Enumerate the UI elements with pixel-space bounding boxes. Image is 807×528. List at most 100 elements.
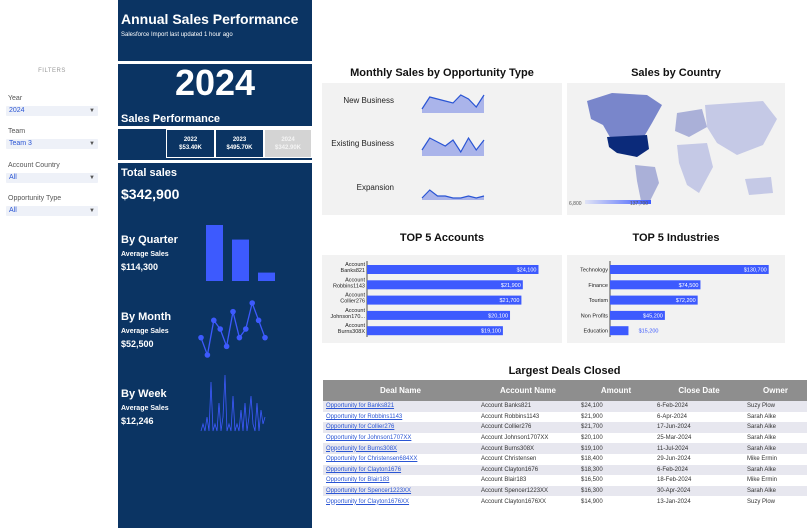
table-row: Opportunity for Spencer1223XX Account Spe… (323, 485, 807, 497)
column-header[interactable]: Amount (578, 380, 654, 401)
chevron-down-icon: ▼ (89, 208, 95, 214)
close-date-cell: 6-Feb-2024 (654, 401, 744, 412)
year-2024-box[interactable]: 2024 $342.90K (264, 129, 312, 158)
largest-deals-table: Deal Name Account Name Amount Close Date… (323, 380, 807, 507)
opp-filter-select[interactable]: All ▼ (6, 206, 98, 216)
deal-name-link[interactable]: Opportunity for Blair183 (323, 475, 478, 486)
column-header[interactable]: Owner (744, 380, 807, 401)
deal-name-link[interactable]: Opportunity for Banks821 (323, 401, 478, 412)
deal-name-link[interactable]: Opportunity for Johnson1707XX (323, 433, 478, 444)
category-label: Finance (588, 283, 608, 289)
year-value: $53.40K (179, 145, 202, 151)
column-header[interactable]: Close Date (654, 380, 744, 401)
quarter-bar-chart (206, 225, 275, 281)
bar-value-label: $74,500 (679, 283, 699, 289)
sparkline-point (236, 334, 243, 341)
deal-name-link[interactable]: Opportunity for Spencer1223XX (323, 485, 478, 497)
page-subtitle: Salesforce Import last updated 1 hour ag… (121, 32, 233, 38)
year-label: 2024 (281, 137, 295, 143)
deal-name-link[interactable]: Opportunity for Burns308X (323, 443, 478, 454)
account-name-cell: Account Collier276 (478, 422, 578, 433)
owner-cell: Suzy Plow (747, 498, 776, 505)
table-row: Opportunity for Banks821 Account Banks821… (323, 401, 807, 412)
bar (367, 280, 523, 290)
quarter-bar (206, 225, 223, 281)
close-date-cell: 18-Feb-2024 (657, 477, 692, 484)
sales-by-country-title: Sales by Country (631, 67, 721, 79)
table-row: Opportunity for Burns308X Account Burns30… (323, 443, 807, 454)
monthly-sales-title: Monthly Sales by Opportunity Type (350, 67, 534, 79)
close-date-cell: 17-Jun-2024 (654, 422, 744, 433)
deal-name-link[interactable]: Opportunity for Clayton1676XX (323, 496, 478, 507)
total-sales-label: Total sales (121, 167, 178, 179)
quarter-avg-label: Average Sales (121, 251, 169, 258)
sales-performance-label: Sales Performance (121, 113, 221, 125)
country-filter-value: All (9, 174, 17, 181)
deal-name-link[interactable]: Opportunity for Clayton1676 (323, 464, 478, 476)
monthly-sales-chart: New Business Existing Business Expansion (331, 94, 485, 200)
month-avg-label: Average Sales (121, 328, 169, 335)
bar-value-label: $21,900 (501, 283, 521, 289)
account-name-cell: Account Clayton1676 (478, 464, 578, 476)
amount-cell: $14,900 (581, 498, 603, 505)
table-row: Opportunity for Robbins1143 Account Robbi… (323, 412, 807, 423)
year-filter-value: 2024 (9, 107, 25, 114)
deal-name-link[interactable]: Opportunity for Christensen684XX (323, 454, 478, 465)
filters-title: FILTERS (38, 68, 66, 74)
account-name-cell: Account Banks821 (478, 401, 578, 412)
bar-value-label: $24,100 (517, 268, 537, 274)
account-name-cell: Account Robbins1143 (481, 413, 540, 420)
bar (367, 265, 539, 274)
opp-filter-label: Opportunity Type (8, 195, 62, 202)
bar-value-label: $45,200 (643, 313, 663, 319)
owner-cell: Sarah Alke (744, 464, 807, 476)
table-row: Opportunity for Johnson1707XX Account Joh… (323, 433, 807, 444)
week-avg-label: Average Sales (121, 405, 169, 412)
bar-value-label: $20,100 (488, 313, 508, 319)
sparkline-point (217, 326, 223, 332)
sparkline (200, 374, 266, 432)
column-header[interactable]: Account Name (478, 380, 578, 401)
australia-shape (745, 177, 773, 195)
country-filter-select[interactable]: All ▼ (6, 173, 98, 183)
deal-name-link[interactable]: Opportunity for Collier276 (323, 422, 478, 433)
column-header[interactable]: Deal Name (323, 380, 478, 401)
bar-value-label: $21,700 (500, 298, 520, 304)
year-2022-box[interactable]: 2022 $53.40K (166, 129, 215, 158)
close-date-cell: 25-Mar-2024 (657, 435, 692, 442)
world-map: 6,800 137,700 (569, 93, 777, 207)
year-label: 2023 (232, 137, 247, 143)
owner-cell: Mike Ermin (747, 456, 778, 463)
year-value: $342.90K (274, 145, 302, 151)
table-row: Opportunity for Clayton1676 Account Clayt… (323, 464, 807, 476)
largest-deals-title: Largest Deals Closed (508, 365, 621, 377)
quarter-bar (258, 272, 275, 281)
deal-name-link[interactable]: Opportunity for Robbins1143 (323, 412, 478, 423)
sparkline-point (255, 317, 262, 324)
account-name-cell: Account Clayton1676XX (481, 498, 547, 505)
week-line-chart (200, 374, 266, 432)
year-filter-select[interactable]: 2024 ▼ (6, 106, 98, 116)
series-label: Expansion (357, 183, 394, 192)
sparkline-point (230, 308, 236, 315)
year-2023-box[interactable]: 2023 $495.70K (215, 129, 264, 158)
team-filter-select[interactable]: Team 3 ▼ (6, 139, 98, 149)
by-week-label: By Week (121, 388, 167, 400)
category-label: Robbins1143 (333, 283, 365, 289)
sparkline-point (211, 317, 217, 324)
amount-cell: $18,400 (581, 456, 603, 463)
country-filter-label: Account Country (8, 162, 60, 169)
team-filter-label: Team (8, 128, 26, 135)
quarter-bar (232, 239, 249, 281)
category-label: Johnson170... (330, 314, 365, 320)
close-date-cell: 29-Jun-2024 (657, 456, 691, 463)
table-header-row: Deal Name Account Name Amount Close Date… (323, 380, 807, 401)
sparkline-point (262, 334, 268, 341)
world-map-shapes (587, 93, 777, 203)
sparkline-point (204, 352, 211, 358)
year-filter-label: Year (8, 95, 23, 102)
month-line-chart (198, 300, 268, 358)
summary-panel: Annual Sales Performance Salesforce Impo… (118, 0, 312, 528)
year-value: $495.70K (226, 145, 253, 151)
year-label: 2022 (183, 137, 198, 143)
